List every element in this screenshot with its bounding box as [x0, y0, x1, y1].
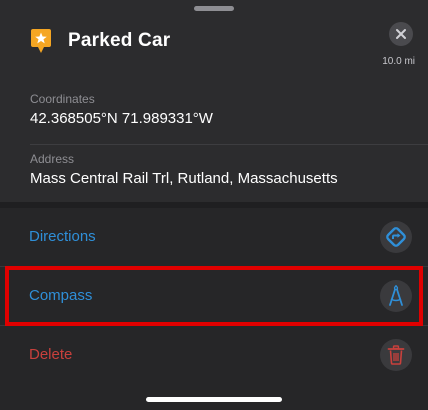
- directions-action[interactable]: Directions: [0, 208, 428, 266]
- sheet-grabber[interactable]: [194, 6, 234, 11]
- sheet-title: Parked Car: [68, 30, 171, 51]
- coordinates-label: Coordinates: [30, 92, 95, 106]
- bottom-area: [0, 382, 428, 410]
- compass-highlight-box: [5, 266, 423, 326]
- home-indicator[interactable]: [146, 397, 282, 402]
- address-label: Address: [30, 152, 75, 166]
- parked-car-pin-icon: [31, 29, 51, 53]
- delete-action[interactable]: Delete: [0, 326, 428, 384]
- sheet-header: Parked Car 10.0 mi: [0, 0, 428, 82]
- delete-button[interactable]: [380, 339, 412, 371]
- delete-label: Delete: [29, 346, 73, 363]
- coordinates-value: 42.368505°N 71.989331°W: [30, 110, 213, 127]
- directions-label: Directions: [29, 228, 96, 245]
- parked-car-sheet: Parked Car 10.0 mi Coordinates 42.368505…: [0, 0, 428, 410]
- trash-icon: [387, 345, 405, 365]
- info-divider: [30, 144, 428, 145]
- close-icon: [396, 29, 406, 39]
- info-section: Coordinates 42.368505°N 71.989331°W Addr…: [0, 82, 428, 202]
- directions-button[interactable]: [380, 221, 412, 253]
- directions-icon: [386, 227, 406, 247]
- distance-label: 10.0 mi: [382, 56, 415, 67]
- address-value: Mass Central Rail Trl, Rutland, Massachu…: [30, 170, 338, 187]
- close-button[interactable]: [389, 22, 413, 46]
